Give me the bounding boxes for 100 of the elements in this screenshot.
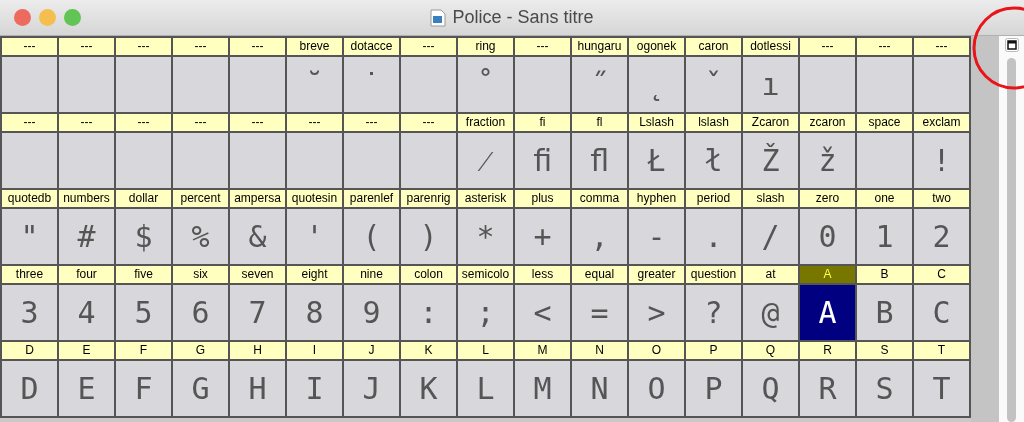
glyph-cell[interactable] xyxy=(857,57,912,112)
glyph-cell[interactable]: ˚ xyxy=(458,57,513,112)
glyph-cell[interactable]: % xyxy=(173,209,228,264)
glyph-cell[interactable]: R xyxy=(800,361,855,416)
glyph-cell[interactable]: ( xyxy=(344,209,399,264)
glyph-cell[interactable] xyxy=(2,133,57,188)
glyph-cell[interactable]: N xyxy=(572,361,627,416)
glyph-cell[interactable] xyxy=(2,57,57,112)
glyph-cell[interactable]: Ł xyxy=(629,133,684,188)
glyph-cell[interactable]: & xyxy=(230,209,285,264)
glyph-cell[interactable] xyxy=(344,133,399,188)
glyph-cell[interactable]: 2 xyxy=(914,209,969,264)
glyph-cell[interactable] xyxy=(116,133,171,188)
glyph-cell[interactable]: ﬁ xyxy=(515,133,570,188)
scroll-thumb[interactable] xyxy=(1007,58,1016,422)
glyph-cell[interactable]: H xyxy=(230,361,285,416)
glyph-cell[interactable]: Ž xyxy=(743,133,798,188)
glyph-cell[interactable]: @ xyxy=(743,285,798,340)
glyph-cell[interactable]: # xyxy=(59,209,114,264)
glyph-cell[interactable] xyxy=(230,133,285,188)
glyph-name-label: zcaron xyxy=(800,114,855,131)
glyph-cell[interactable]: ' xyxy=(287,209,342,264)
glyph-cell[interactable]: ł xyxy=(686,133,741,188)
glyph-cell[interactable]: C xyxy=(914,285,969,340)
glyph-cell[interactable]: L xyxy=(458,361,513,416)
glyph-cell[interactable]: ˛ xyxy=(629,57,684,112)
glyph-cell[interactable]: ž xyxy=(800,133,855,188)
glyph-cell[interactable]: B xyxy=(857,285,912,340)
glyph-cell[interactable]: O xyxy=(629,361,684,416)
glyph-cell[interactable]: 3 xyxy=(2,285,57,340)
glyph-cell[interactable] xyxy=(230,57,285,112)
glyph-cell[interactable]: A xyxy=(800,285,855,340)
glyph-cell[interactable] xyxy=(401,133,456,188)
glyph-cell[interactable]: + xyxy=(515,209,570,264)
glyph-cell[interactable]: > xyxy=(629,285,684,340)
glyph-cell[interactable] xyxy=(401,57,456,112)
glyph-cell[interactable]: 5 xyxy=(116,285,171,340)
glyph-cell[interactable] xyxy=(914,57,969,112)
window-icon[interactable] xyxy=(1004,38,1019,52)
scrollbar[interactable] xyxy=(999,36,1024,422)
glyph-cell[interactable]: ; xyxy=(458,285,513,340)
glyph-cell[interactable] xyxy=(173,57,228,112)
glyph-name-label: N xyxy=(572,342,627,359)
glyph-cell[interactable]: K xyxy=(401,361,456,416)
glyph-cell[interactable]: I xyxy=(287,361,342,416)
glyph-cell[interactable] xyxy=(857,133,912,188)
glyph-cell[interactable] xyxy=(59,57,114,112)
glyph-cell[interactable] xyxy=(59,133,114,188)
glyph-cell[interactable]: P xyxy=(686,361,741,416)
glyph-name-label: L xyxy=(458,342,513,359)
glyph-cell[interactable]: 4 xyxy=(59,285,114,340)
glyph-cell[interactable]: : xyxy=(401,285,456,340)
glyph-name-label: nine xyxy=(344,266,399,283)
glyph-cell[interactable]: 9 xyxy=(344,285,399,340)
glyph-cell[interactable]: . xyxy=(686,209,741,264)
glyph-cell[interactable]: ? xyxy=(686,285,741,340)
glyph-cell[interactable]: Q xyxy=(743,361,798,416)
glyph-name-label: dollar xyxy=(116,190,171,207)
glyph-cell[interactable]: , xyxy=(572,209,627,264)
glyph-cell[interactable]: ﬂ xyxy=(572,133,627,188)
close-button[interactable] xyxy=(14,9,31,26)
glyph-cell[interactable]: ! xyxy=(914,133,969,188)
glyph-cell[interactable]: 0 xyxy=(800,209,855,264)
glyph-cell[interactable]: $ xyxy=(116,209,171,264)
glyph-cell[interactable]: ˇ xyxy=(686,57,741,112)
glyph-cell[interactable]: = xyxy=(572,285,627,340)
glyph-cell[interactable]: S xyxy=(857,361,912,416)
glyph-cell[interactable]: D xyxy=(2,361,57,416)
document-icon xyxy=(430,8,447,27)
glyph-cell[interactable]: 6 xyxy=(173,285,228,340)
glyph-cell[interactable] xyxy=(287,133,342,188)
glyph-cell[interactable] xyxy=(173,133,228,188)
glyph-cell[interactable]: T xyxy=(914,361,969,416)
glyph-cell[interactable]: F xyxy=(116,361,171,416)
glyph-cell[interactable]: * xyxy=(458,209,513,264)
glyph-cell[interactable]: 1 xyxy=(857,209,912,264)
glyph-cell[interactable]: ⁄ xyxy=(458,133,513,188)
glyph-cell[interactable]: 8 xyxy=(287,285,342,340)
glyph-cell[interactable]: ) xyxy=(401,209,456,264)
glyph-cell[interactable]: G xyxy=(173,361,228,416)
glyph-cell[interactable]: 7 xyxy=(230,285,285,340)
glyph-cell[interactable]: J xyxy=(344,361,399,416)
glyph-cell[interactable]: - xyxy=(629,209,684,264)
minimize-button[interactable] xyxy=(39,9,56,26)
glyph-cell[interactable]: / xyxy=(743,209,798,264)
glyph-cell[interactable]: ˘ xyxy=(287,57,342,112)
zoom-button[interactable] xyxy=(64,9,81,26)
glyph-cell[interactable]: E xyxy=(59,361,114,416)
glyph-cell[interactable] xyxy=(116,57,171,112)
glyph-cell[interactable]: ı xyxy=(743,57,798,112)
glyph-name-label: zero xyxy=(800,190,855,207)
glyph-cell[interactable]: < xyxy=(515,285,570,340)
glyph-cell[interactable]: M xyxy=(515,361,570,416)
glyph-cell[interactable]: ˝ xyxy=(572,57,627,112)
glyph-name-label: --- xyxy=(287,114,342,131)
glyph-cell[interactable]: ˙ xyxy=(344,57,399,112)
glyph-cell[interactable]: " xyxy=(2,209,57,264)
glyph-name-label: fl xyxy=(572,114,627,131)
glyph-cell[interactable] xyxy=(515,57,570,112)
glyph-cell[interactable] xyxy=(800,57,855,112)
